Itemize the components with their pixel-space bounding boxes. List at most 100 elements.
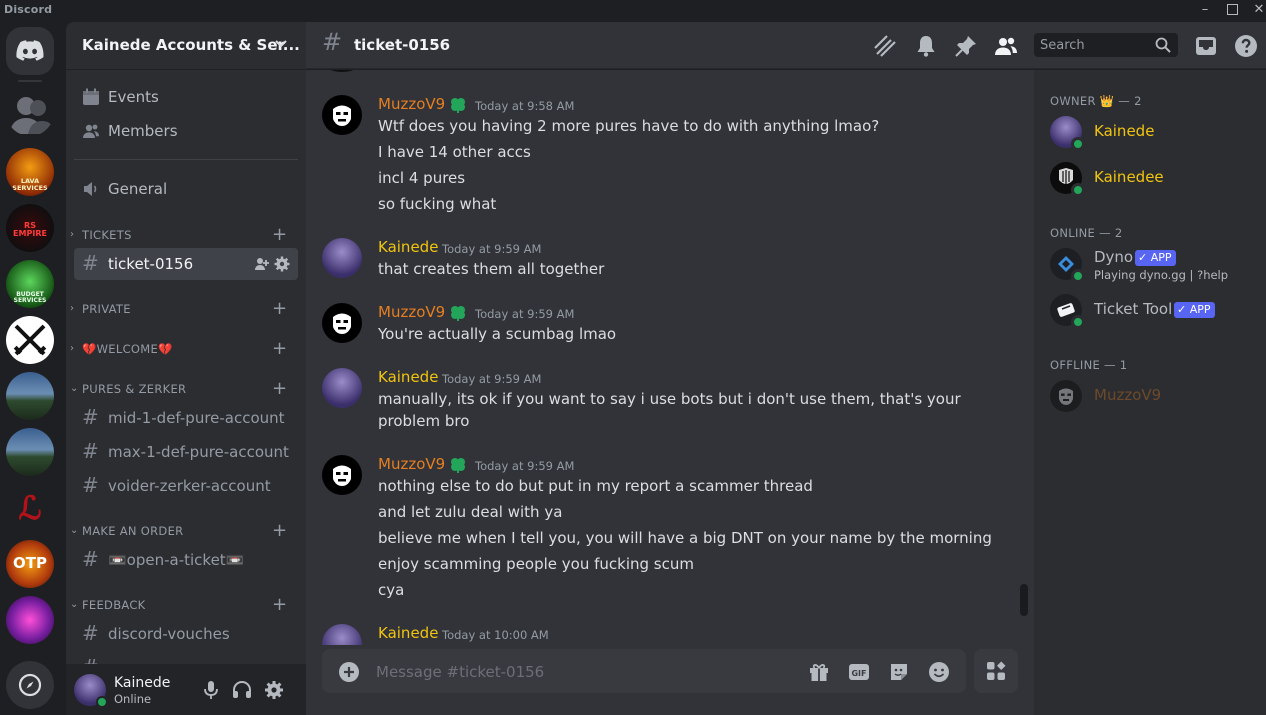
crossed-swords-server-icon[interactable] — [6, 316, 54, 364]
inbox-icon[interactable] — [1194, 34, 1218, 58]
sticker-icon[interactable] — [888, 661, 910, 683]
category-tickets[interactable]: › TICKETS + — [66, 224, 306, 245]
rs-empire-server-icon[interactable]: RS EMPIRE — [6, 204, 54, 252]
members-link[interactable]: Members — [74, 116, 298, 146]
member-muzzov9[interactable]: MuzzoV9 — [1042, 374, 1258, 418]
member-group-offline: OFFLINE — 1 — [1050, 358, 1128, 372]
message-timestamp[interactable]: Today at 9:58 AM — [475, 99, 574, 113]
text-channel-icon: # — [82, 473, 99, 497]
kainede-avatar[interactable] — [322, 238, 362, 278]
member-name: Kainedee — [1094, 168, 1164, 186]
category-label: 💔WELCOME💔 — [82, 342, 173, 356]
category-pures-zerker[interactable]: ⌄ PURES & ZERKER + — [66, 378, 306, 399]
channel-label: discord-vouches — [108, 625, 230, 643]
chevron-right-icon: › — [70, 303, 74, 314]
category-private[interactable]: › PRIVATE + — [66, 298, 306, 319]
help-icon[interactable] — [1234, 34, 1258, 58]
otp-server-icon[interactable]: OTP — [6, 540, 54, 588]
events-link[interactable]: Events — [74, 82, 298, 112]
channel-max-1-def-pure-account[interactable]: # max-1-def-pure-account — [74, 436, 298, 468]
server-rail: LAVA SERVICES RS EMPIRE BUDGET SERVICES … — [0, 22, 66, 715]
gorilla-avatar[interactable] — [322, 95, 362, 135]
gorilla-avatar[interactable] — [322, 455, 362, 495]
create-invite-icon[interactable] — [254, 256, 270, 272]
search-icon — [1155, 37, 1171, 53]
clover-badge-icon — [451, 98, 465, 113]
minimize-button[interactable]: – — [1196, 2, 1214, 18]
maximize-button[interactable] — [1223, 2, 1241, 18]
message-author[interactable]: MuzzoV9 — [378, 95, 445, 113]
add-channel-icon[interactable]: + — [272, 594, 287, 615]
channel-discord-vouches[interactable]: # discord-vouches — [74, 618, 298, 650]
category-feedback[interactable]: ⌄ FEEDBACK + — [66, 594, 306, 615]
member-dyno[interactable]: Dyno ✓ APP Playing dyno.gg | ?help — [1042, 242, 1258, 286]
online-status-dot — [1071, 137, 1085, 151]
gift-icon[interactable] — [808, 661, 830, 683]
member-kainedee[interactable]: Kainedee — [1042, 156, 1258, 200]
add-attachment-icon[interactable] — [338, 661, 360, 683]
channel-partial[interactable]: # — [74, 652, 298, 664]
budget-services-server-icon[interactable]: BUDGET SERVICES — [6, 260, 54, 308]
friends-server-icon[interactable] — [6, 88, 54, 136]
channel-mid-1-def-pure-account[interactable]: # mid-1-def-pure-account — [74, 402, 298, 434]
threads-icon[interactable] — [873, 34, 897, 58]
lava-services-server-icon[interactable]: LAVA SERVICES — [6, 148, 54, 196]
channel-open-a-ticket[interactable]: # 📼open-a-ticket📼 — [74, 544, 298, 576]
channel-voider-zerker-account[interactable]: # voider-zerker-account — [74, 470, 298, 502]
landscape-server-icon-2[interactable] — [6, 428, 54, 476]
message-text: believe me when I tell you, you will hav… — [378, 529, 992, 547]
message-timestamp[interactable]: Today at 9:59 AM — [475, 307, 574, 321]
add-channel-icon[interactable]: + — [272, 298, 287, 319]
landscape-server-icon[interactable] — [6, 372, 54, 420]
close-button[interactable]: ✕ — [1250, 2, 1266, 18]
bell-icon[interactable] — [914, 34, 938, 58]
gorilla-avatar[interactable] — [322, 303, 362, 343]
add-channel-icon[interactable]: + — [272, 224, 287, 245]
member-list-icon[interactable] — [994, 34, 1018, 58]
message-author[interactable]: Kainede — [378, 238, 438, 256]
message-author[interactable]: MuzzoV9 — [378, 455, 445, 473]
search-box[interactable] — [1034, 33, 1178, 57]
direct-messages-button[interactable] — [6, 27, 54, 75]
apps-button[interactable] — [974, 649, 1018, 693]
kainede-avatar[interactable] — [322, 624, 362, 645]
pin-icon[interactable] — [954, 34, 978, 58]
search-input[interactable] — [1040, 36, 1150, 54]
channel-sidebar: Kainede Accounts & Ser... Events Members… — [66, 22, 306, 715]
gif-icon[interactable]: GIF — [848, 661, 870, 683]
calendar-icon — [83, 88, 99, 105]
message-author[interactable]: MuzzoV9 — [378, 303, 445, 321]
member-ticket-tool[interactable]: Ticket Tool ✓ APP — [1042, 288, 1258, 332]
channel-general-voice[interactable]: General — [74, 174, 298, 204]
microphone-icon[interactable] — [202, 680, 220, 700]
message-author[interactable]: Kainede — [378, 624, 438, 642]
emoji-icon[interactable] — [928, 661, 950, 683]
user-settings-gear-icon[interactable] — [264, 680, 284, 700]
members-icon — [83, 124, 99, 138]
message-text: cya — [378, 581, 405, 599]
category-welcome[interactable]: › 💔WELCOME💔 + — [66, 338, 306, 359]
headphones-icon[interactable] — [232, 680, 252, 700]
member-name: Ticket Tool — [1094, 300, 1173, 318]
category-make-an-order[interactable]: ⌄ MAKE AN ORDER + — [66, 520, 306, 541]
member-kainede[interactable]: Kainede — [1042, 110, 1258, 154]
message-timestamp[interactable]: Today at 9:59 AM — [442, 242, 541, 256]
chevron-right-icon: › — [70, 229, 74, 240]
kainede-avatar[interactable] — [322, 368, 362, 408]
sidebar-divider — [74, 159, 298, 160]
message-input[interactable] — [376, 661, 796, 683]
message-timestamp[interactable]: Today at 9:59 AM — [475, 459, 574, 473]
guild-header[interactable]: Kainede Accounts & Ser... — [66, 22, 306, 70]
message-author[interactable]: Kainede — [378, 368, 438, 386]
message-timestamp[interactable]: Today at 10:00 AM — [442, 628, 549, 642]
red-letter-server-icon[interactable]: ℒ — [6, 484, 54, 532]
explore-discoverable-servers-button[interactable] — [6, 661, 54, 709]
gear-icon[interactable] — [274, 256, 290, 272]
neon-server-icon[interactable] — [6, 596, 54, 644]
scrollbar-thumb[interactable] — [1020, 584, 1028, 616]
add-channel-icon[interactable]: + — [272, 520, 287, 541]
channel-ticket-0156[interactable]: # ticket-0156 — [74, 248, 298, 280]
add-channel-icon[interactable]: + — [272, 338, 287, 359]
add-channel-icon[interactable]: + — [272, 378, 287, 399]
message-timestamp[interactable]: Today at 9:59 AM — [442, 372, 541, 386]
